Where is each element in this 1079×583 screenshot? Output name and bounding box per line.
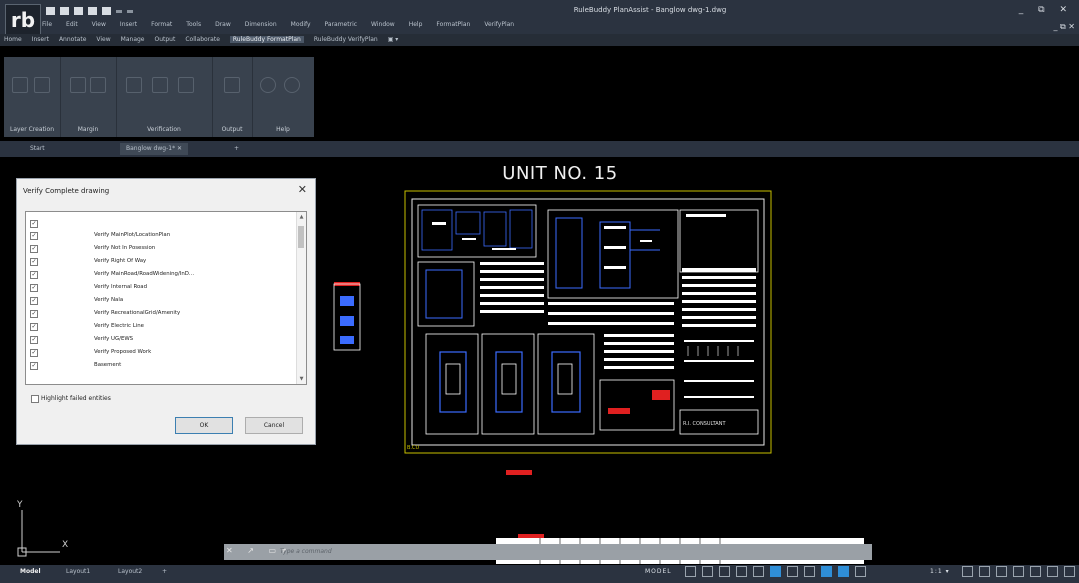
ok-button[interactable]: OK <box>175 417 233 434</box>
list-item[interactable]: ✓ Basement <box>26 360 296 370</box>
list-item[interactable]: ✓ Verify Internal Road <box>26 282 296 292</box>
floor-plan-block <box>417 204 537 258</box>
workspace-gear-icon[interactable] <box>962 566 973 577</box>
area-table <box>480 262 674 325</box>
scroll-thumb[interactable] <box>298 226 304 248</box>
frame-label: B.CU <box>407 445 420 451</box>
list-item[interactable]: ✓ Verify MainRoad/RoadWidening/InD... <box>26 269 296 279</box>
section-block <box>547 209 679 299</box>
object-snap-icon[interactable] <box>770 566 781 577</box>
list-item[interactable]: ✓ Verify MainPlot/LocationPlan <box>26 230 296 240</box>
checkbox[interactable]: ✓ <box>30 271 38 279</box>
verification-list[interactable]: ✓ ✓ Verify MainPlot/LocationPlan ✓ Verify … <box>25 211 307 385</box>
annotation-scale-icon[interactable] <box>821 566 832 577</box>
command-input[interactable]: Type a command <box>280 544 332 560</box>
list-item[interactable]: ✓ Verify Right Of Way <box>26 256 296 266</box>
section-detail <box>604 226 652 269</box>
ucs-icon <box>17 510 60 557</box>
notes-block <box>679 209 759 273</box>
details-block <box>599 379 675 431</box>
polar-icon[interactable] <box>736 566 747 577</box>
lineweight-icon[interactable] <box>787 566 798 577</box>
list-item[interactable]: ✓ Verify Nala <box>26 295 296 305</box>
checkbox[interactable]: ✓ <box>30 310 38 318</box>
checkbox[interactable]: ✓ <box>30 297 38 305</box>
annotation-monitor-icon[interactable] <box>979 566 990 577</box>
tab-model[interactable]: Model <box>20 568 41 575</box>
highlight-label: Highlight failed entities <box>41 395 111 402</box>
close-icon[interactable]: ✕ <box>298 183 307 196</box>
list-scrollbar[interactable]: ▲ ▼ <box>296 212 306 384</box>
isodraft-icon[interactable] <box>753 566 764 577</box>
floor-plan-lines <box>421 209 533 251</box>
highlight-checkbox[interactable] <box>31 395 39 403</box>
grid-icon[interactable] <box>685 566 696 577</box>
consultant-label: R.I. CONSULTANT <box>683 421 726 427</box>
checkbox[interactable]: ✓ <box>30 232 38 240</box>
checkbox[interactable]: ✓ <box>30 349 38 357</box>
side-elevation-detail <box>340 296 354 344</box>
status-tools <box>962 566 1075 577</box>
quick-properties-icon[interactable] <box>1013 566 1024 577</box>
model-space-label[interactable]: MODEL <box>645 568 672 575</box>
annotation-visibility-icon[interactable] <box>838 566 849 577</box>
bottom-red-marker <box>518 534 544 538</box>
add-layout-button[interactable]: + <box>162 568 167 575</box>
autocad-window: rb RuleBuddy PlanAssist - Banglow dwg-1.… <box>0 0 1079 583</box>
cancel-button[interactable]: Cancel <box>245 417 303 434</box>
list-item[interactable]: ✓ Verify Not In Posession <box>26 243 296 253</box>
elevation-lines <box>687 346 739 356</box>
tab-layout1[interactable]: Layout1 <box>66 568 90 575</box>
schedule-text <box>604 334 754 398</box>
checkbox[interactable]: ✓ <box>30 336 38 344</box>
scale-dropdown[interactable]: 1:1 ▾ <box>930 568 950 575</box>
checkbox[interactable]: ✓ <box>30 284 38 292</box>
verify-complete-drawing-dialog: Verify Complete drawing ✕ ✓ ✓ Verify Main… <box>16 178 316 445</box>
ortho-icon[interactable] <box>719 566 730 577</box>
checkbox[interactable]: ✓ <box>30 323 38 331</box>
customize-icon[interactable] <box>1064 566 1075 577</box>
tab-layout2[interactable]: Layout2 <box>118 568 142 575</box>
notes-text <box>682 214 756 327</box>
checkbox[interactable]: ✓ <box>30 258 38 266</box>
clean-screen-icon[interactable] <box>1047 566 1058 577</box>
scroll-up-icon[interactable]: ▲ <box>297 214 306 220</box>
units-icon[interactable] <box>996 566 1007 577</box>
checkbox[interactable]: ✓ <box>30 220 38 228</box>
site-plot-outline <box>425 269 463 319</box>
list-item[interactable]: ✓ Verify Proposed Work <box>26 347 296 357</box>
checkbox[interactable]: ✓ <box>30 362 38 370</box>
checkbox[interactable]: ✓ <box>30 245 38 253</box>
unit-plans <box>425 333 595 435</box>
isolate-objects-icon[interactable] <box>1030 566 1041 577</box>
list-item[interactable]: ✓ <box>26 218 296 228</box>
list-item[interactable]: ✓ Verify UG/EWS <box>26 334 296 344</box>
scroll-down-icon[interactable]: ▼ <box>297 376 306 382</box>
autoscale-icon[interactable] <box>855 566 866 577</box>
transparency-icon[interactable] <box>804 566 815 577</box>
list-item[interactable]: ✓ Verify Electric Line <box>26 321 296 331</box>
status-toggles <box>685 566 866 577</box>
snap-icon[interactable] <box>702 566 713 577</box>
dialog-title: Verify Complete drawing <box>23 187 110 195</box>
list-item[interactable]: ✓ Verify RecreationalGrid/Amenity <box>26 308 296 318</box>
ucs-y-label: Y <box>17 500 23 510</box>
ucs-x-label: X <box>62 540 69 550</box>
